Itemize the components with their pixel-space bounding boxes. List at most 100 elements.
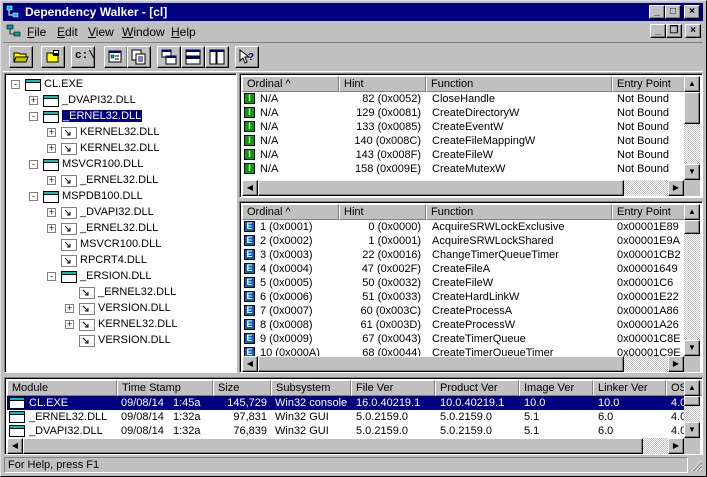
tree-node[interactable]: + VERSION.DLL <box>5 301 230 317</box>
parent-imports-list[interactable]: Ordinal ^ Hint Function Entry Point I N/A… <box>239 73 703 198</box>
function-row[interactable]: I N/A 129 (0x0081) CreateDirectoryW Not Boun… <box>242 106 684 120</box>
col-function[interactable]: Function <box>426 76 612 92</box>
open-button[interactable] <box>9 46 33 68</box>
collapse-icon[interactable]: - <box>47 272 56 281</box>
exports-horizontal-scrollbar[interactable]: ◀ ▶ <box>242 356 684 372</box>
tree-node[interactable]: + _ERNEL32.DLL <box>5 173 230 189</box>
tree-node[interactable]: + _DVAPI32.DLL <box>5 205 230 221</box>
tree-node[interactable]: _ERNEL32.DLL <box>5 285 230 301</box>
menu-window[interactable]: Window <box>122 25 165 39</box>
col-product-ver[interactable]: Product Ver <box>435 380 519 396</box>
col-ordinal[interactable]: Ordinal ^ <box>242 76 339 92</box>
scroll-up-icon[interactable]: ▲ <box>684 380 700 396</box>
tree-node[interactable]: - CL.EXE <box>5 77 230 93</box>
copy-button[interactable] <box>127 46 151 68</box>
function-row[interactable]: I N/A 140 (0x008C) CreateFileMappingW Not Bo… <box>242 134 684 148</box>
scroll-thumb[interactable] <box>258 180 624 196</box>
collapse-icon[interactable]: - <box>29 112 38 121</box>
child-close-button[interactable]: × <box>685 24 701 38</box>
expand-icon[interactable]: + <box>47 224 56 233</box>
scroll-left-icon[interactable]: ◀ <box>242 180 258 196</box>
scroll-left-icon[interactable]: ◀ <box>7 438 23 454</box>
col-size[interactable]: Size <box>213 380 271 396</box>
scroll-right-icon[interactable]: ▶ <box>668 180 684 196</box>
function-row[interactable]: E 9 (0x0009) 67 (0x0043) CreateTimerQueue 0x… <box>242 332 684 346</box>
expand-icon[interactable]: + <box>65 304 74 313</box>
scroll-down-icon[interactable]: ▼ <box>684 164 700 180</box>
collapse-icon[interactable]: - <box>29 160 38 169</box>
col-image-ver[interactable]: Image Ver <box>519 380 593 396</box>
expand-icon[interactable]: + <box>47 144 56 153</box>
close-button[interactable]: × <box>684 5 700 19</box>
col-hint[interactable]: Hint <box>339 76 426 92</box>
function-row[interactable]: E 8 (0x0008) 61 (0x003D) CreateProcessW 0x00… <box>242 318 684 332</box>
tree-node[interactable]: - MSPDB100.DLL <box>5 189 230 205</box>
module-row[interactable]: _ERNEL32.DLL 09/08/14 1:32a 97,831 Win32 GUI… <box>7 410 685 424</box>
menu-help[interactable]: Help <box>171 25 196 39</box>
tree-node[interactable]: + KERNEL32.DLL <box>5 125 230 141</box>
modules-horizontal-scrollbar[interactable]: ◀ ▶ <box>7 438 684 454</box>
col-entry-point[interactable]: Entry Point <box>612 204 687 220</box>
module-list[interactable]: Module Time Stamp Size Subsystem File Ver Pro… <box>4 377 703 455</box>
function-row[interactable]: E 6 (0x0006) 51 (0x0033) CreateHardLinkW 0x0… <box>242 290 684 304</box>
tree-node[interactable]: - _ERNEL32.DLL <box>5 109 230 125</box>
context-help-button[interactable]: ? <box>235 46 259 68</box>
tree-node[interactable]: + KERNEL32.DLL <box>5 317 230 333</box>
tree-node[interactable]: - _ERSION.DLL <box>5 269 230 285</box>
function-row[interactable]: E 7 (0x0007) 60 (0x003C) CreateProcessA 0x00… <box>242 304 684 318</box>
col-entry-point[interactable]: Entry Point <box>612 76 687 92</box>
tile-vertical-button[interactable] <box>205 46 229 68</box>
col-hint[interactable]: Hint <box>339 204 426 220</box>
col-linker-ver[interactable]: Linker Ver <box>593 380 666 396</box>
function-row[interactable]: E 2 (0x0002) 1 (0x0001) AcquireSRWLockShare… <box>242 234 684 248</box>
scroll-thumb[interactable] <box>258 356 624 372</box>
menu-file[interactable]: File <box>27 25 46 39</box>
function-row[interactable]: E 4 (0x0004) 47 (0x002F) CreateFileA 0x00001… <box>242 262 684 276</box>
scroll-right-icon[interactable]: ▶ <box>668 356 684 372</box>
function-row[interactable]: I N/A 133 (0x0085) CreateEventW Not Bound <box>242 120 684 134</box>
module-row[interactable]: CL.EXE 09/08/14 1:45a 145,729 Win32 console 1… <box>7 396 685 410</box>
function-row[interactable]: E 3 (0x0003) 22 (0x0016) ChangeTimerQueueTi… <box>242 248 684 262</box>
tree-node[interactable]: RPCRT4.DLL <box>5 253 230 269</box>
scroll-thumb[interactable] <box>684 396 700 406</box>
properties-button[interactable] <box>104 46 128 68</box>
col-file-ver[interactable]: File Ver <box>351 380 435 396</box>
tree-node[interactable]: + _ERNEL32.DLL <box>5 221 230 237</box>
maximize-button[interactable]: □ <box>665 5 681 19</box>
imports-horizontal-scrollbar[interactable]: ◀ ▶ <box>242 180 684 196</box>
tree-node[interactable]: - MSVCR100.DLL <box>5 157 230 173</box>
full-paths-button[interactable]: c:\ <box>71 46 95 68</box>
scroll-down-icon[interactable]: ▼ <box>684 422 700 438</box>
col-module[interactable]: Module <box>7 380 117 396</box>
tile-horizontal-button[interactable] <box>181 46 205 68</box>
function-row[interactable]: I N/A 143 (0x008F) CreateFileW Not Bound <box>242 148 684 162</box>
expand-icon[interactable]: + <box>47 208 56 217</box>
child-minimize-button[interactable]: _ <box>650 24 666 38</box>
scroll-up-icon[interactable]: ▲ <box>684 204 700 220</box>
child-restore-button[interactable]: ❐ <box>666 24 682 38</box>
scroll-thumb[interactable] <box>23 438 643 454</box>
function-row[interactable]: E 1 (0x0001) 0 (0x0000) AcquireSRWLockExclu… <box>242 220 684 234</box>
collapse-icon[interactable]: - <box>29 192 38 201</box>
resize-grip-icon[interactable] <box>691 460 703 472</box>
expand-icon[interactable]: + <box>65 320 74 329</box>
function-row[interactable]: I N/A 82 (0x0052) CloseHandle Not Bound <box>242 92 684 106</box>
tree-node[interactable]: + _DVAPI32.DLL <box>5 93 230 109</box>
collapse-icon[interactable]: - <box>11 80 20 89</box>
function-row[interactable]: E 5 (0x0005) 50 (0x0032) CreateFileW 0x00001… <box>242 276 684 290</box>
menu-view[interactable]: View <box>88 25 114 39</box>
col-function[interactable]: Function <box>426 204 612 220</box>
imports-vertical-scrollbar[interactable]: ▲ ▼ <box>684 76 700 180</box>
title-bar[interactable]: Dependency Walker - [cl] _ □ × <box>3 3 703 21</box>
module-dependency-tree[interactable]: - CL.EXE + _DVAPI32.DLL - _ERNEL32.DLL + KERNEL… <box>4 73 237 373</box>
cascade-button[interactable] <box>157 46 181 68</box>
tree-node[interactable]: MSVCR100.DLL <box>5 237 230 253</box>
scroll-left-icon[interactable]: ◀ <box>242 356 258 372</box>
scroll-right-icon[interactable]: ▶ <box>668 438 684 454</box>
mdi-child-icon[interactable] <box>6 24 22 38</box>
modules-vertical-scrollbar[interactable]: ▲ ▼ <box>684 380 700 438</box>
scroll-thumb[interactable] <box>684 92 700 124</box>
col-subsystem[interactable]: Subsystem <box>271 380 351 396</box>
exports-vertical-scrollbar[interactable]: ▲ ▼ <box>684 204 700 356</box>
tree-node[interactable]: + KERNEL32.DLL <box>5 141 230 157</box>
